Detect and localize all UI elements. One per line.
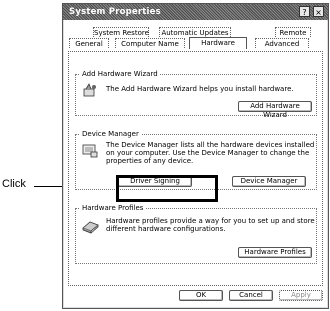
title-bar[interactable]: System Properties ? × bbox=[63, 4, 328, 20]
callout-label: Click bbox=[2, 178, 26, 190]
tab-general[interactable]: General bbox=[69, 38, 109, 48]
device-manager-icon bbox=[82, 144, 98, 158]
add-hardware-group: Add Hardware Wizard The Add Hardware Wiz… bbox=[75, 70, 317, 119]
apply-button[interactable]: Apply bbox=[279, 290, 323, 301]
driver-signing-highlight bbox=[116, 175, 218, 202]
window-title: System Properties bbox=[69, 7, 161, 17]
hardware-wizard-icon bbox=[83, 83, 96, 97]
help-icon[interactable]: ? bbox=[299, 6, 310, 17]
tab-remote[interactable]: Remote bbox=[275, 27, 311, 37]
hardware-profiles-button[interactable]: Hardware Profiles bbox=[238, 247, 312, 258]
ok-button[interactable]: OK bbox=[179, 290, 223, 301]
group-title: Device Manager bbox=[80, 130, 141, 138]
add-hardware-description: The Add Hardware Wizard helps you instal… bbox=[106, 85, 294, 93]
group-title: Hardware Profiles bbox=[80, 204, 146, 212]
group-title: Add Hardware Wizard bbox=[80, 70, 160, 78]
hardware-profiles-description-line2: different hardware configurations. bbox=[106, 225, 226, 233]
tab-system-restore[interactable]: System Restore bbox=[93, 27, 149, 37]
device-manager-button[interactable]: Device Manager bbox=[232, 176, 306, 187]
close-icon[interactable]: × bbox=[313, 6, 324, 17]
cancel-button[interactable]: Cancel bbox=[229, 290, 273, 301]
tab-computer-name[interactable]: Computer Name bbox=[115, 38, 185, 48]
hardware-profiles-icon bbox=[82, 221, 99, 234]
system-properties-window: System Properties ? × System Restore Aut… bbox=[62, 3, 329, 309]
device-manager-description-line3: properties of any device. bbox=[106, 157, 194, 165]
tab-automatic-updates[interactable]: Automatic Updates bbox=[159, 27, 231, 37]
add-hardware-wizard-button[interactable]: Add Hardware Wizard bbox=[238, 101, 312, 119]
hardware-profiles-group: Hardware Profiles Hardware profiles prov… bbox=[75, 204, 317, 264]
tab-hardware[interactable]: Hardware bbox=[189, 37, 247, 49]
tab-advanced[interactable]: Advanced bbox=[255, 38, 309, 48]
hardware-tab-panel: Add Hardware Wizard The Add Hardware Wiz… bbox=[68, 51, 323, 286]
